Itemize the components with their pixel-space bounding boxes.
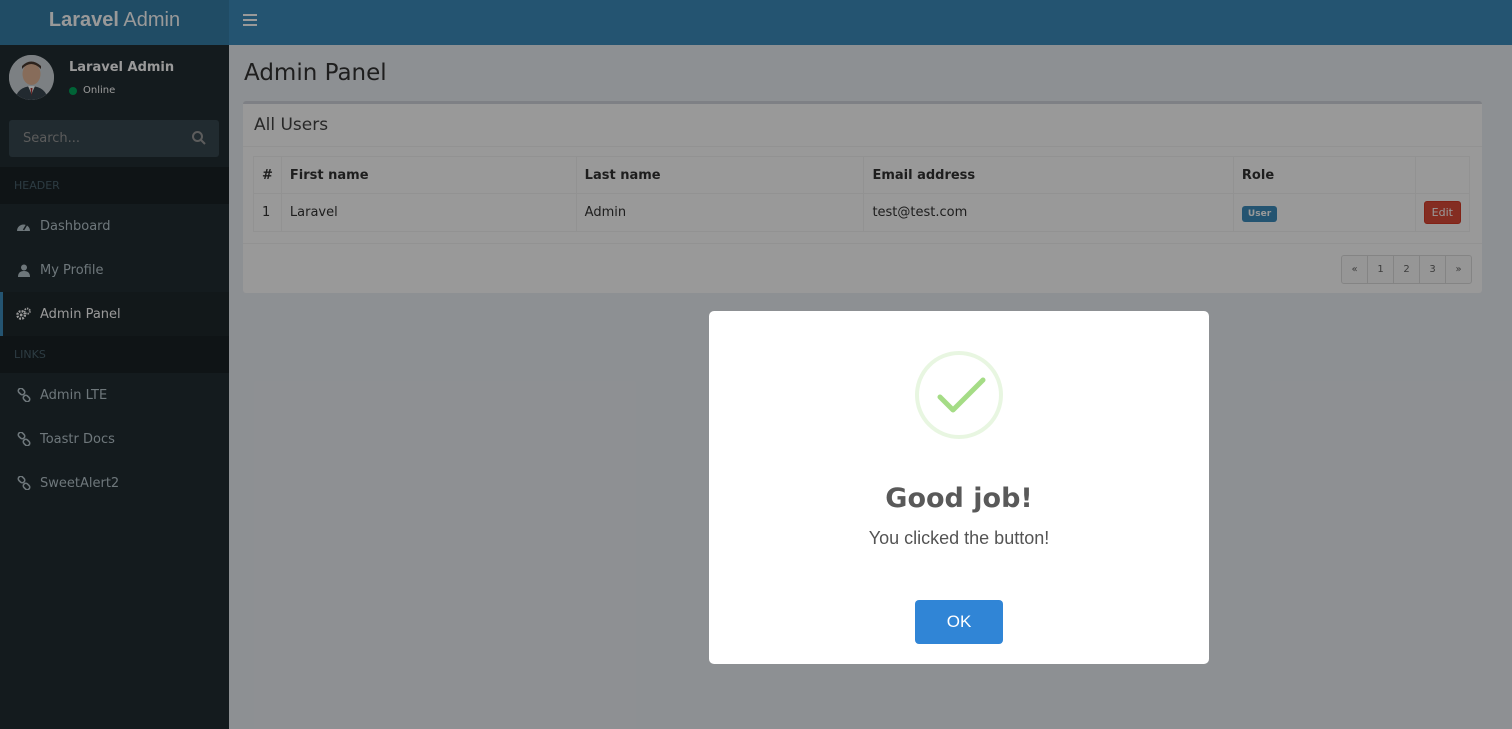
modal-text: You clicked the button! — [868, 528, 1050, 548]
modal-title: Good job! — [885, 483, 1033, 514]
success-check-icon — [915, 351, 1003, 439]
alert-modal: Good job! You clicked the button! OK — [709, 311, 1209, 664]
ok-button[interactable]: OK — [915, 600, 1003, 644]
